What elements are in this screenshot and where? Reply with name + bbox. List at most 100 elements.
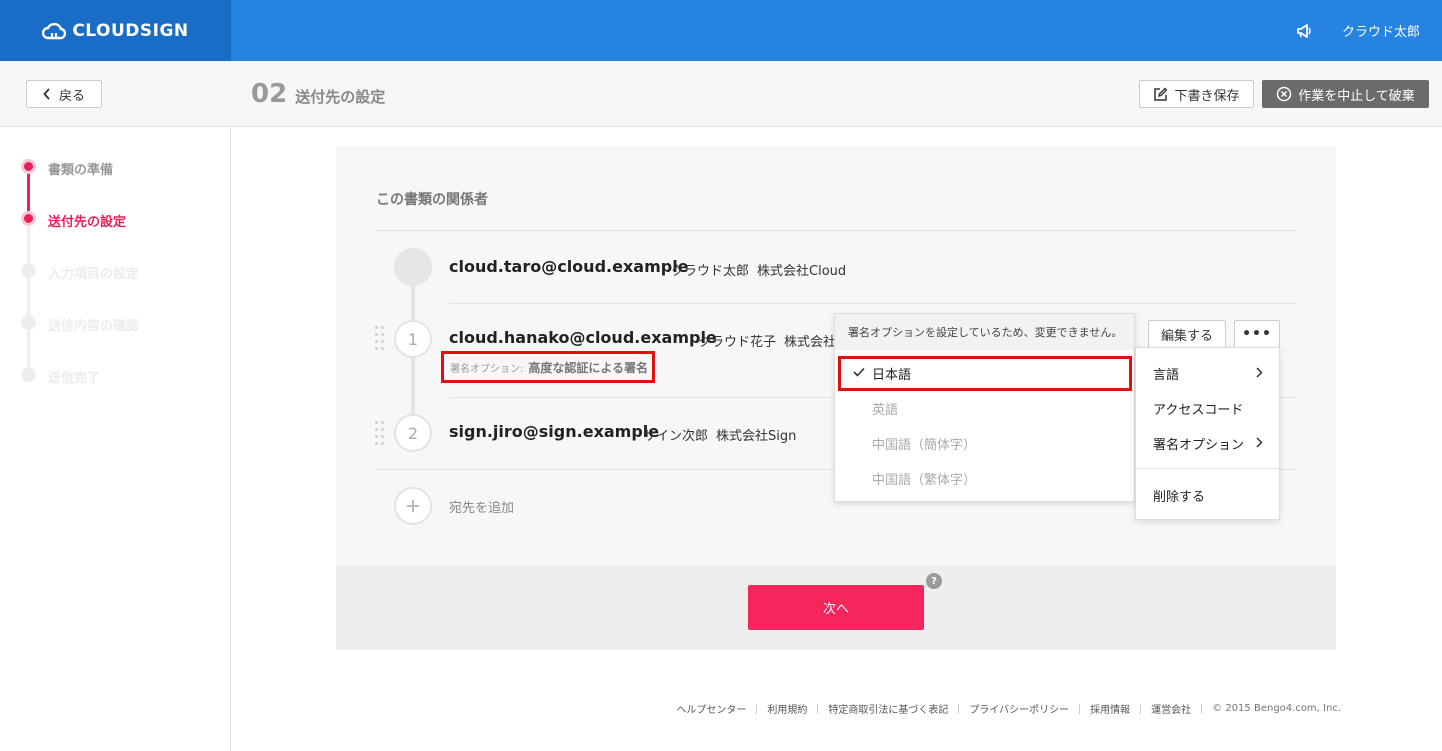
menu-item-label: 署名オプション	[1153, 438, 1245, 453]
more-options-button[interactable]: •••	[1234, 320, 1280, 348]
recipient-name: クラウド花子	[698, 335, 777, 350]
language-option-label: 英語	[872, 403, 899, 418]
recipient-company: 株式会社	[784, 335, 837, 350]
step-label-4: 送信内容の確認	[48, 319, 140, 334]
add-recipient-label[interactable]: 宛先を追加	[449, 497, 514, 516]
recipient-order-number: 2	[407, 423, 419, 443]
menu-item-label: アクセスコード	[1153, 403, 1244, 418]
top-bar: CLOUDSIGN クラウド太郎	[0, 0, 1442, 61]
chevron-left-icon	[43, 88, 50, 100]
footer-link-commerce[interactable]: 特定商取引法に基づく表記	[828, 701, 948, 716]
user-menu[interactable]: クラウド太郎	[1342, 21, 1420, 40]
step-label-2: 送付先の設定	[48, 215, 127, 230]
footer-link-privacy[interactable]: プライバシーポリシー	[969, 701, 1069, 716]
edit-label: 編集する	[1160, 328, 1213, 344]
announcement-megaphone-icon[interactable]	[1296, 23, 1314, 39]
next-button[interactable]: 次へ	[748, 585, 924, 630]
step-label-5: 送信完了	[48, 371, 101, 386]
section-title: この書類の関係者	[376, 192, 488, 208]
footer-separator	[1201, 703, 1203, 714]
step-dot-3	[21, 263, 36, 278]
drag-handle-icon[interactable]	[375, 326, 385, 352]
plus-icon	[407, 500, 419, 512]
sub-header: 戻る 02 送付先の設定 下書き保存 作業を中止して破棄	[0, 61, 1442, 127]
footer-link-terms[interactable]: 利用規約	[767, 701, 807, 716]
close-circle-icon	[1276, 86, 1292, 102]
edit-pencil-icon	[1154, 87, 1168, 101]
owner-name: クラウド太郎	[671, 264, 750, 279]
recipient-order-2: 2	[394, 414, 432, 452]
save-draft-button[interactable]: 下書き保存	[1139, 80, 1254, 108]
footer-separator	[817, 703, 819, 714]
step-title: 送付先の設定	[295, 88, 386, 106]
step-dot-2	[21, 211, 36, 226]
step-dot-4	[21, 315, 36, 330]
language-option-simplified-chinese: 中国語（簡体字）	[835, 426, 1134, 461]
menu-item-access-code[interactable]: アクセスコード	[1136, 391, 1279, 426]
recipient-actions-menu: 言語 アクセスコード 署名オプション 削除する	[1135, 347, 1280, 520]
recipient-order-1: 1	[394, 320, 432, 358]
divider	[376, 230, 1296, 231]
menu-item-label: 削除する	[1153, 490, 1206, 505]
language-option-english: 英語	[835, 391, 1134, 426]
cloud-logo-icon	[42, 22, 67, 39]
back-button-label: 戻る	[58, 88, 85, 104]
check-icon	[853, 367, 865, 377]
brand-logo[interactable]: CLOUDSIGN	[0, 0, 231, 61]
recipient-name: サイン次郎	[643, 429, 709, 444]
page-title: 02 送付先の設定	[251, 79, 385, 109]
sign-option-badge: 署名オプション: 高度な認証による署名	[441, 351, 655, 383]
help-label: ?	[931, 575, 937, 587]
language-locked-note: 署名オプションを設定しているため、変更できません。	[835, 314, 1134, 350]
step-label-3: 入力項目の設定	[48, 267, 140, 282]
help-question-icon[interactable]: ?	[926, 573, 942, 589]
divider	[449, 303, 1296, 304]
back-button[interactable]: 戻る	[26, 80, 102, 108]
footer: ヘルプセンター 利用規約 特定商取引法に基づく表記 プライバシーポリシー 採用情…	[676, 701, 1341, 716]
menu-item-language[interactable]: 言語	[1136, 356, 1279, 391]
language-submenu: 署名オプションを設定しているため、変更できません。 日本語 英語 中国語（簡体字…	[834, 313, 1135, 502]
language-option-traditional-chinese: 中国語（繁体字）	[835, 461, 1134, 496]
menu-item-delete[interactable]: 削除する	[1136, 478, 1279, 513]
owner-email: cloud.taro@cloud.example	[449, 257, 689, 276]
chevron-right-icon	[1256, 437, 1263, 448]
edit-recipient-button[interactable]: 編集する	[1148, 320, 1226, 348]
sign-option-value: 高度な認証による署名	[528, 360, 649, 375]
progress-line-todo	[27, 219, 30, 375]
recipient-company: 株式会社Sign	[716, 429, 797, 444]
step-dot-5	[21, 367, 36, 382]
recipient-order-number: 1	[407, 329, 419, 349]
menu-divider	[1136, 468, 1279, 469]
copyright: © 2015 Bengo4.com, Inc.	[1212, 703, 1341, 714]
footer-link-careers[interactable]: 採用情報	[1090, 701, 1130, 716]
recipient-email: cloud.hanako@cloud.example	[449, 328, 717, 347]
owner-avatar	[394, 248, 432, 286]
brand-name: CLOUDSIGN	[72, 20, 189, 41]
footer-separator	[958, 703, 960, 714]
language-option-label: 中国語（繁体字）	[872, 473, 977, 488]
footer-separator	[1140, 703, 1142, 714]
chevron-right-icon	[1256, 367, 1263, 378]
language-option-label: 中国語（簡体字）	[872, 438, 977, 453]
footer-separator	[1079, 703, 1081, 714]
next-label: 次へ	[822, 602, 849, 617]
discard-button[interactable]: 作業を中止して破棄	[1262, 80, 1429, 108]
menu-item-label: 言語	[1153, 368, 1180, 383]
owner-company: 株式会社Cloud	[757, 264, 847, 279]
discard-label: 作業を中止して破棄	[1298, 88, 1415, 104]
step-sidebar: 書類の準備 送付先の設定 入力項目の設定 送信内容の確認 送信完了	[0, 127, 231, 751]
footer-link-company[interactable]: 運営会社	[1151, 701, 1191, 716]
save-draft-label: 下書き保存	[1174, 88, 1240, 104]
sign-option-label: 署名オプション:	[450, 363, 524, 375]
footer-separator	[756, 703, 758, 714]
footer-link-help[interactable]: ヘルプセンター	[676, 701, 746, 716]
language-option-japanese[interactable]: 日本語	[838, 356, 1132, 391]
drag-handle-icon[interactable]	[375, 421, 385, 447]
more-icon: •••	[1242, 326, 1272, 342]
step-label-1: 書類の準備	[48, 163, 114, 178]
recipient-email: sign.jiro@sign.example	[449, 422, 660, 441]
language-option-label: 日本語	[872, 368, 912, 383]
menu-item-sign-option[interactable]: 署名オプション	[1136, 426, 1279, 461]
add-recipient-button[interactable]	[394, 487, 432, 525]
step-number: 02	[251, 79, 288, 109]
